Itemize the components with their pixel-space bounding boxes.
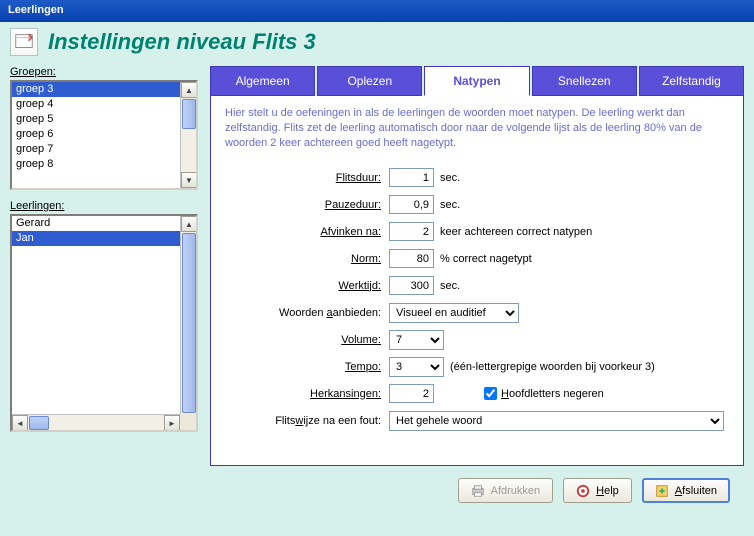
werktijd-suffix: sec. — [440, 280, 460, 292]
page-title: Instellingen niveau Flits 3 — [48, 29, 316, 55]
scroll-thumb[interactable] — [29, 416, 49, 430]
scroll-left-icon[interactable]: ◄ — [12, 415, 28, 431]
werktijd-label: Werktijd: — [225, 280, 389, 292]
list-item[interactable]: groep 6 — [12, 127, 196, 142]
afvinken-input[interactable] — [389, 222, 434, 241]
volume-select[interactable]: 7 — [389, 330, 444, 350]
volume-label: Volume: — [225, 334, 389, 346]
scroll-corner — [180, 414, 196, 430]
afvinken-label: Afvinken na: — [225, 226, 389, 238]
tab-snellezen[interactable]: Snellezen — [532, 66, 637, 96]
help-button[interactable]: Help — [563, 478, 632, 503]
tempo-label: Tempo: — [225, 361, 389, 373]
scroll-thumb[interactable] — [182, 99, 196, 129]
pauzeduur-input[interactable] — [389, 195, 434, 214]
print-button[interactable]: Afdrukken — [458, 478, 554, 503]
students-listbox[interactable]: GerardJan ▲ ▼ ◄ ► — [10, 214, 198, 432]
panel-description: Hier stelt u de oefeningen in als de lee… — [225, 106, 729, 151]
scroll-thumb[interactable] — [182, 233, 196, 413]
afvinken-suffix: keer achtereen correct natypen — [440, 226, 592, 238]
titlebar: Leerlingen — [0, 0, 754, 22]
flitsduur-input[interactable] — [389, 168, 434, 187]
hoofdletters-label: Hoofdletters negeren — [501, 388, 604, 400]
groups-label: Groepen: — [10, 66, 200, 78]
tempo-suffix: (één-lettergrepige woorden bij voorkeur … — [450, 361, 655, 373]
list-item[interactable]: Jan — [12, 231, 196, 246]
tab-oplezen[interactable]: Oplezen — [317, 66, 422, 96]
werktijd-input[interactable] — [389, 276, 434, 295]
scrollbar-vertical[interactable]: ▲ ▼ — [180, 82, 196, 188]
herkansingen-label: Herkansingen: — [225, 388, 389, 400]
tempo-select[interactable]: 3 — [389, 357, 444, 377]
list-item[interactable]: groep 4 — [12, 97, 196, 112]
list-item[interactable]: groep 5 — [12, 112, 196, 127]
tab-algemeen[interactable]: Algemeen — [210, 66, 315, 96]
pauzeduur-suffix: sec. — [440, 199, 460, 211]
header: Instellingen niveau Flits 3 — [0, 22, 754, 66]
scrollbar-vertical[interactable]: ▲ ▼ — [180, 216, 196, 430]
tabs: AlgemeenOplezenNatypenSnellezenZelfstand… — [210, 66, 744, 96]
scroll-down-icon[interactable]: ▼ — [181, 172, 197, 188]
tab-natypen[interactable]: Natypen — [424, 66, 529, 96]
students-label: Leerlingen: — [10, 200, 200, 212]
window-title: Leerlingen — [8, 4, 64, 16]
norm-label: Norm: — [225, 253, 389, 265]
pauzeduur-label: Pauzeduur: — [225, 199, 389, 211]
hoofdletters-checkbox[interactable] — [484, 387, 497, 400]
aanbieden-select[interactable]: Visueel en auditief — [389, 303, 519, 323]
list-item[interactable]: groep 8 — [12, 157, 196, 172]
close-button[interactable]: Afsluiten — [642, 478, 730, 503]
list-item[interactable]: groep 7 — [12, 142, 196, 157]
aanbieden-label: Woorden aanbieden: — [225, 307, 389, 319]
scrollbar-horizontal[interactable]: ◄ ► — [12, 414, 180, 430]
flitsduur-label: Flitsduur: — [225, 172, 389, 184]
flitswijze-label: Flitswijze na een fout: — [225, 415, 389, 427]
scroll-right-icon[interactable]: ► — [164, 415, 180, 431]
flitsduur-suffix: sec. — [440, 172, 460, 184]
norm-suffix: % correct nagetypt — [440, 253, 532, 265]
herkansingen-input[interactable] — [389, 384, 434, 403]
scroll-up-icon[interactable]: ▲ — [181, 82, 197, 98]
norm-input[interactable] — [389, 249, 434, 268]
settings-icon — [10, 28, 38, 56]
tab-zelfstandig[interactable]: Zelfstandig — [639, 66, 744, 96]
printer-icon — [471, 484, 485, 498]
groups-listbox[interactable]: groep 3groep 4groep 5groep 6groep 7groep… — [10, 80, 198, 190]
close-icon — [655, 484, 669, 498]
list-item[interactable]: Gerard — [12, 216, 196, 231]
list-item[interactable]: groep 3 — [12, 82, 196, 97]
button-row: Afdrukken Help Afsluiten — [210, 466, 744, 503]
scroll-up-icon[interactable]: ▲ — [181, 216, 197, 232]
tab-panel: Hier stelt u de oefeningen in als de lee… — [210, 96, 744, 466]
help-icon — [576, 484, 590, 498]
flitswijze-select[interactable]: Het gehele woord — [389, 411, 724, 431]
